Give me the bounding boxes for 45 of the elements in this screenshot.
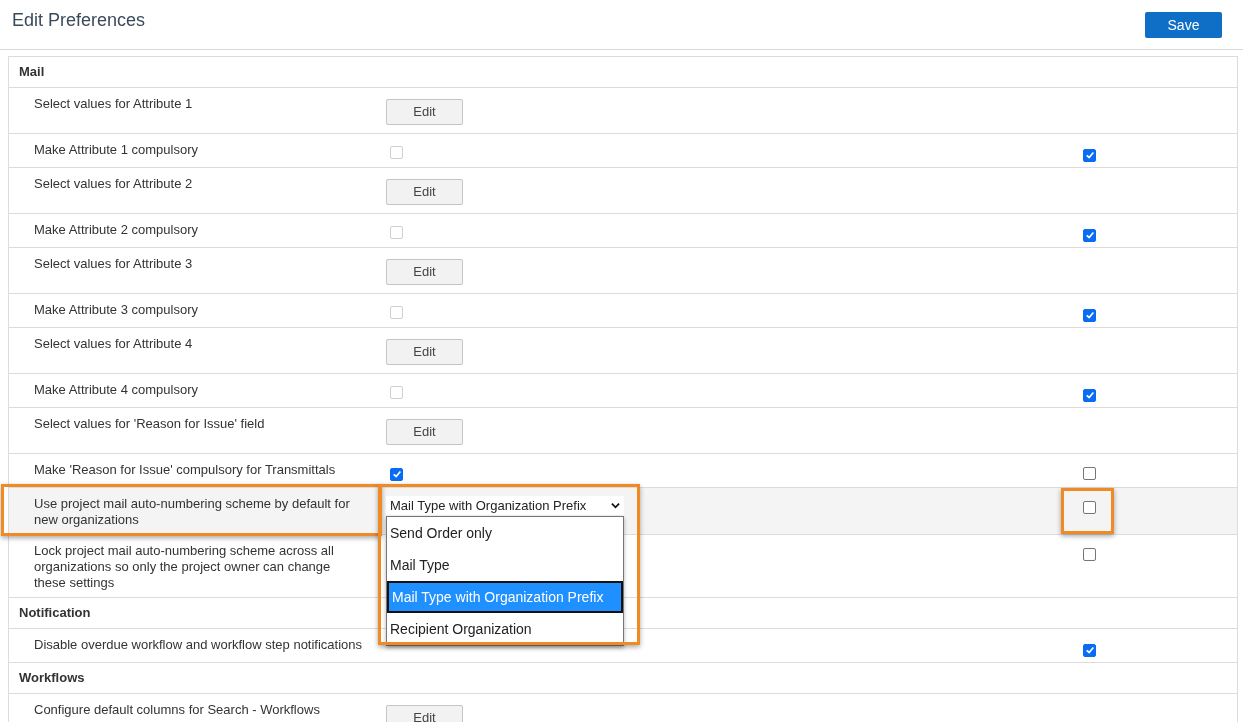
dropdown-option[interactable]: Recipient Organization (387, 613, 623, 645)
preference-label: Disable overdue workflow and workflow step notifications (34, 637, 364, 653)
preference-label: Use project mail auto-numbering scheme by default for new organizations (34, 496, 351, 528)
checkbox[interactable] (1083, 148, 1096, 162)
preference-label: Select values for Attribute 1 (34, 96, 194, 112)
checkbox[interactable] (390, 467, 403, 481)
checkbox[interactable] (1083, 388, 1096, 402)
preference-label: Make Attribute 2 compulsory (34, 222, 200, 238)
save-button[interactable]: Save (1145, 12, 1222, 38)
checkbox[interactable] (1083, 308, 1096, 322)
dropdown-option[interactable]: Mail Type (387, 549, 623, 581)
checkbox[interactable] (1083, 548, 1096, 561)
edit-button[interactable]: Edit (386, 705, 463, 722)
page-title: Edit Preferences (12, 9, 146, 32)
check-icon (1084, 230, 1095, 240)
checkbox[interactable] (1083, 643, 1096, 657)
edit-button[interactable]: Edit (386, 179, 463, 205)
checkbox[interactable] (1083, 228, 1096, 242)
preference-label: Select values for Attribute 4 (34, 336, 194, 352)
preference-label: Select values for Attribute 2 (34, 176, 194, 192)
preference-label: Lock project mail auto-numbering scheme across all organizations so only the project owner can change these settings (34, 543, 335, 591)
preference-label: Make Attribute 4 compulsory (34, 382, 200, 398)
chevron-down-icon (611, 501, 620, 510)
check-icon (1084, 310, 1095, 320)
check-icon (1084, 150, 1095, 160)
preference-label: Select values for Attribute 3 (34, 256, 194, 272)
dropdown-select[interactable]: Mail Type with Organization Prefix (386, 496, 624, 515)
preference-label: Make Attribute 1 compulsory (34, 142, 200, 158)
preference-label: Select values for 'Reason for Issue' field (34, 416, 266, 432)
edit-button[interactable]: Edit (386, 339, 463, 365)
section-heading: Mail (19, 63, 45, 82)
section-heading: Workflows (19, 669, 85, 688)
check-icon (1084, 390, 1095, 400)
section-heading: Notification (19, 604, 91, 623)
edit-button[interactable]: Edit (386, 259, 463, 285)
checkbox[interactable] (1083, 467, 1096, 480)
edit-button[interactable]: Edit (386, 99, 463, 125)
preference-label: Make Attribute 3 compulsory (34, 302, 200, 318)
dropdown-option[interactable]: Send Order only (387, 517, 623, 549)
preference-label: Configure default columns for Search - Workflows (34, 702, 321, 718)
edit-button[interactable]: Edit (386, 419, 463, 445)
checkbox[interactable] (1083, 501, 1096, 514)
check-icon (391, 469, 402, 479)
check-icon (1084, 645, 1095, 655)
preference-label: Make 'Reason for Issue' compulsory for Transmittals (34, 462, 337, 478)
